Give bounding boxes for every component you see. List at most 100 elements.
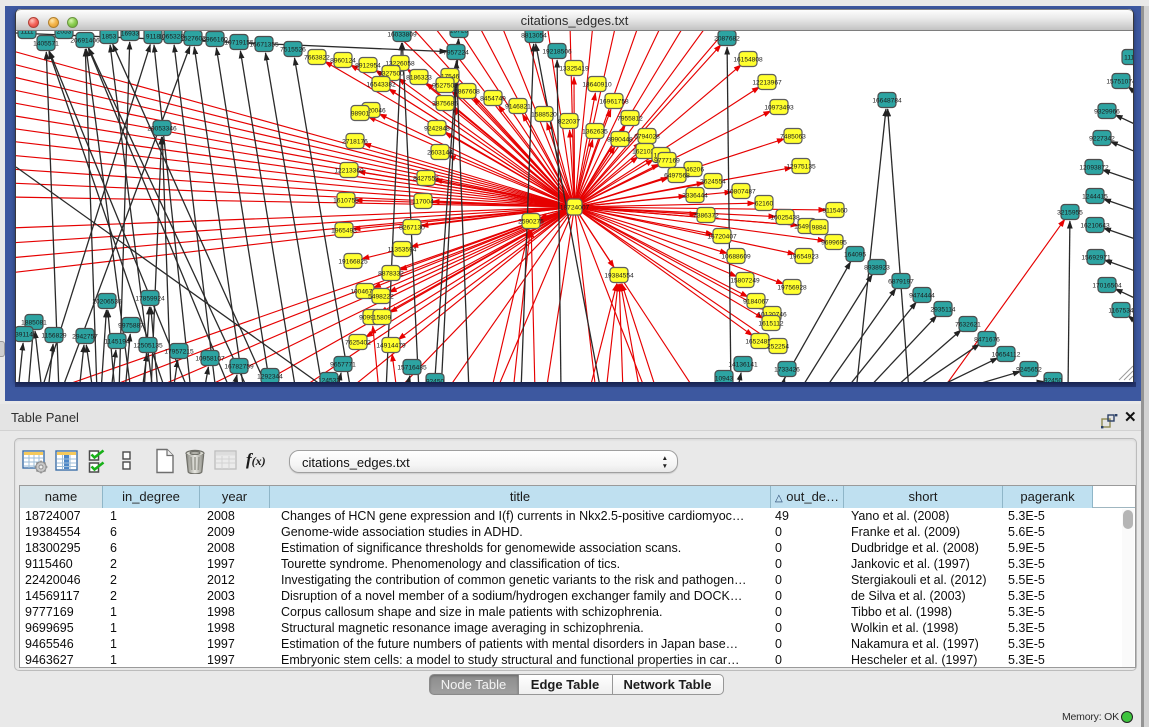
svg-text:1615112: 1615112 (758, 320, 784, 327)
svg-text:19756928: 19756928 (777, 284, 807, 291)
svg-text:16154808: 16154808 (733, 56, 763, 63)
svg-text:18724007: 18724007 (560, 204, 590, 211)
svg-text:1292344: 1292344 (257, 373, 283, 380)
svg-text:8960124: 8960124 (330, 57, 356, 64)
svg-text:8813054: 8813054 (521, 32, 547, 39)
svg-text:12505135: 12505135 (133, 342, 163, 349)
svg-text:8267130: 8267130 (399, 224, 425, 231)
svg-text:124533: 124533 (318, 377, 340, 382)
svg-text:9699695: 9699695 (821, 239, 847, 246)
svg-text:12093872: 12093872 (1079, 164, 1109, 171)
svg-text:19654923: 19654923 (789, 253, 819, 260)
svg-text:1965493: 1965493 (331, 227, 357, 234)
svg-text:9184067: 9184067 (743, 298, 769, 305)
svg-text:16933: 16933 (121, 31, 140, 37)
svg-text:164095: 164095 (844, 251, 866, 258)
svg-text:17957215: 17957215 (164, 348, 194, 355)
svg-text:9474444: 9474444 (909, 292, 935, 299)
svg-text:2053: 2053 (57, 31, 72, 35)
svg-text:98901: 98901 (351, 110, 370, 117)
svg-text:20053346: 20053346 (147, 125, 177, 132)
svg-text:16648784: 16648784 (872, 97, 902, 104)
svg-text:1610755: 1610755 (333, 197, 359, 204)
svg-text:12213967: 12213967 (752, 79, 782, 86)
svg-text:20691406: 20691406 (70, 37, 100, 44)
svg-text:16782759: 16782759 (224, 363, 254, 370)
svg-text:7386372: 7386372 (693, 212, 719, 219)
svg-text:9227342: 9227342 (1089, 135, 1115, 142)
svg-text:252254: 252254 (767, 343, 789, 350)
svg-text:10025438: 10025438 (770, 214, 800, 221)
svg-text:3215955: 3215955 (1057, 209, 1083, 216)
svg-text:92450: 92450 (426, 378, 445, 382)
svg-text:15720407: 15720407 (707, 233, 737, 240)
svg-text:6879197: 6879197 (888, 278, 914, 285)
svg-text:2935114: 2935114 (930, 306, 956, 313)
svg-text:17859924: 17859924 (135, 295, 165, 302)
svg-text:16961758: 16961758 (599, 98, 629, 105)
svg-text:3875685: 3875685 (432, 100, 458, 107)
svg-text:8427552: 8427552 (413, 175, 439, 182)
svg-text:822037: 822037 (558, 118, 580, 125)
svg-text:2336444: 2336444 (682, 192, 708, 199)
svg-text:12975135: 12975135 (786, 163, 816, 170)
svg-text:16671355: 16671355 (249, 41, 279, 48)
svg-text:9975887: 9975887 (118, 322, 144, 329)
svg-text:10654112: 10654112 (992, 351, 1021, 358)
svg-text:10807487: 10807487 (726, 188, 756, 195)
svg-text:8912954: 8912954 (355, 62, 381, 69)
svg-text:62160: 62160 (755, 200, 774, 207)
svg-text:8454749: 8454749 (480, 95, 506, 102)
svg-text:19218506: 19218506 (542, 48, 572, 55)
svg-text:9329966: 9329966 (1094, 108, 1120, 115)
svg-text:1853: 1853 (102, 33, 117, 40)
svg-text:9245652: 9245652 (1016, 366, 1042, 373)
svg-text:1145194: 1145194 (104, 338, 130, 345)
svg-text:10973493: 10973493 (764, 104, 794, 111)
svg-text:1588520: 1588520 (531, 111, 557, 118)
svg-text:7957224: 7957224 (443, 49, 469, 56)
svg-text:7625402: 7625402 (345, 339, 371, 346)
svg-text:3624554: 3624554 (700, 178, 726, 185)
svg-text:1885081: 1885081 (21, 319, 47, 326)
svg-text:15723: 15723 (450, 31, 469, 34)
svg-text:1405571: 1405571 (33, 40, 59, 47)
svg-text:15809: 15809 (373, 314, 392, 321)
svg-text:2087682: 2087682 (714, 35, 740, 42)
svg-text:20206536: 20206536 (92, 298, 122, 305)
svg-text:1167534: 1167534 (1108, 307, 1133, 314)
svg-text:16033809: 16033809 (387, 31, 417, 38)
svg-text:9777169: 9777169 (654, 157, 680, 164)
svg-text:19166825: 19166825 (338, 258, 368, 265)
svg-text:5498222: 5498222 (368, 293, 394, 300)
svg-text:117004: 117004 (412, 198, 434, 205)
svg-text:7663822: 7663822 (304, 54, 330, 61)
svg-text:2590275: 2590275 (518, 218, 544, 225)
svg-text:9146821: 9146821 (505, 103, 531, 110)
svg-text:9242848: 9242848 (424, 125, 450, 132)
svg-text:7632621: 7632621 (955, 321, 981, 328)
svg-text:19384554: 19384554 (604, 272, 634, 279)
svg-text:15716485: 15716485 (397, 364, 427, 371)
svg-text:16543382: 16543382 (366, 81, 396, 88)
svg-text:1362635: 1362635 (582, 128, 608, 135)
svg-text:9115460: 9115460 (822, 207, 848, 214)
svg-text:6497568: 6497568 (664, 172, 690, 179)
svg-text:13325419: 13325419 (559, 65, 589, 72)
svg-text:2942757: 2942757 (72, 333, 98, 340)
svg-text:7955812: 7955812 (617, 115, 643, 122)
svg-text:10958107: 10958107 (195, 355, 225, 362)
svg-text:14136141: 14136141 (728, 361, 758, 368)
svg-text:1117: 1117 (1124, 54, 1133, 61)
svg-text:14914479: 14914479 (376, 342, 406, 349)
svg-text:10943: 10943 (715, 375, 734, 382)
svg-text:8938923: 8938923 (864, 264, 890, 271)
svg-text:2603144: 2603144 (427, 149, 453, 156)
svg-text:15692971: 15692971 (1081, 254, 1111, 261)
svg-text:17016504: 17016504 (1092, 282, 1122, 289)
svg-text:15751074: 15751074 (1106, 78, 1133, 85)
svg-text:1733426: 1733426 (774, 366, 800, 373)
svg-text:1111: 1111 (20, 31, 34, 35)
svg-text:11353594: 11353594 (388, 246, 417, 253)
svg-text:2718176: 2718176 (342, 138, 368, 145)
